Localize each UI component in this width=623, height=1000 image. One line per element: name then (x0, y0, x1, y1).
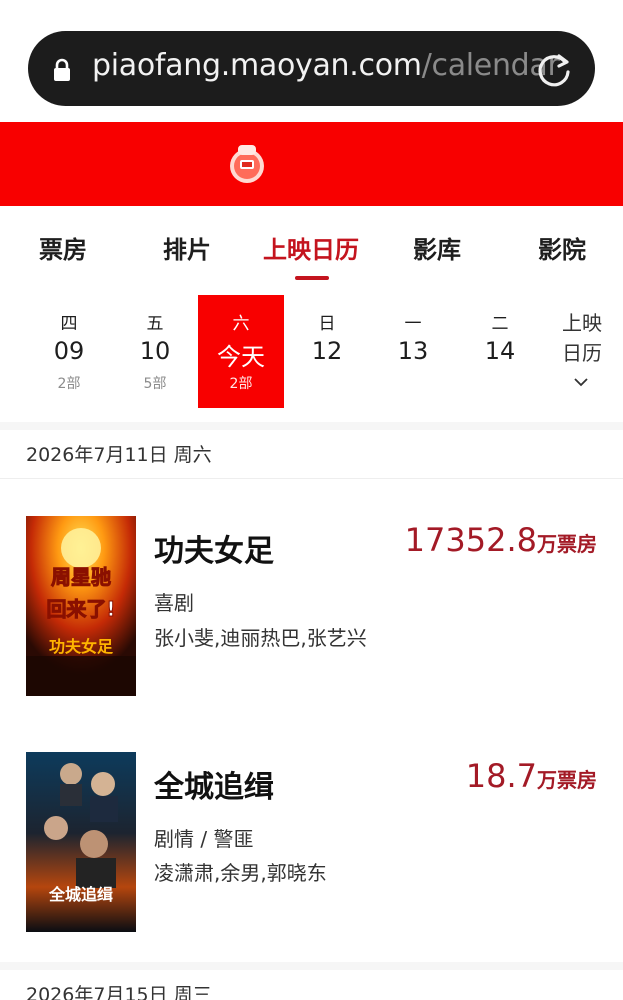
weekday-label: 四 (60, 314, 78, 334)
release-count: 2部 (57, 376, 81, 392)
app-header (0, 122, 623, 206)
main-nav: 票房 排片 上映日历 影库 影院 (0, 206, 623, 286)
url-text[interactable]: piaofang.maoyan.com/calendar (92, 48, 560, 83)
film-item[interactable]: 全城追缉 全城追缉 18.7万票房 剧情 / 警匪 凌潇肃,余男,郭晓东 (0, 742, 623, 942)
tab-boxoffice[interactable]: 票房 (39, 230, 87, 265)
day-number: 13 (397, 337, 429, 365)
date-strip: 四 09 2部 五 10 5部 六 今天 2部 日 12 一 13 二 14 (0, 290, 623, 420)
poster-line-2: 回来了! (46, 597, 115, 621)
tab-film-library[interactable]: 影库 (413, 230, 461, 265)
browser-chrome: piaofang.maoyan.com/calendar (0, 0, 623, 122)
day-number: 12 (311, 337, 343, 365)
lock-icon (54, 58, 70, 81)
section-date-header: 2026年7月11日 周六 (26, 444, 212, 466)
film-box-office: 17352.8万票房 (405, 521, 597, 559)
box-office-value: 17352.8 (404, 521, 537, 559)
weekday-label: 五 (146, 314, 164, 334)
film-box-office: 18.7万票房 (466, 757, 597, 795)
release-count: 5部 (143, 376, 167, 392)
release-count: 2部 (229, 376, 253, 392)
section-date-header: 2026年7月15日 周三 (26, 984, 212, 1000)
url-host: piaofang.maoyan.com (92, 48, 422, 83)
weekday-label: 一 (404, 314, 422, 334)
film-genre: 剧情 / 警匪 (154, 827, 254, 851)
divider (0, 962, 623, 970)
date-tue-14[interactable]: 二 14 (457, 295, 543, 408)
divider (0, 478, 623, 479)
film-poster[interactable]: 全城追缉 (26, 752, 136, 932)
film-title[interactable]: 全城追缉 (154, 762, 274, 806)
poster-image: 全城追缉 (26, 752, 136, 932)
day-number: 10 (139, 337, 171, 365)
active-tab-indicator (295, 276, 329, 280)
poster-title-text: 全城追缉 (48, 885, 113, 904)
weekday-label: 日 (318, 314, 336, 334)
weekday-label: 二 (491, 314, 509, 334)
maoyan-logo-icon[interactable] (227, 137, 267, 187)
date-mon-13[interactable]: 一 13 (370, 295, 456, 408)
weekday-label: 六 (232, 314, 250, 334)
reload-icon[interactable] (534, 50, 574, 90)
film-item[interactable]: 周星驰 回来了! 功夫女足 功夫女足 17352.8万票房 喜剧 张小斐,迪丽热… (0, 505, 623, 705)
box-office-unit: 万票房 (537, 532, 597, 556)
divider (0, 422, 623, 430)
day-number: 14 (484, 337, 516, 365)
release-calendar-button[interactable]: 上映 日历 (552, 308, 612, 368)
date-sat-today[interactable]: 六 今天 2部 (198, 295, 284, 408)
box-office-value: 18.7 (465, 757, 537, 795)
tab-release-calendar[interactable]: 上映日历 (263, 230, 359, 265)
date-sun-12[interactable]: 日 12 (284, 295, 370, 408)
film-genre: 喜剧 (154, 591, 194, 615)
film-poster[interactable]: 周星驰 回来了! 功夫女足 (26, 516, 136, 696)
calendar-link-line1: 上映 (562, 311, 602, 335)
poster-image: 周星驰 回来了! 功夫女足 (26, 516, 136, 696)
day-number: 09 (53, 337, 85, 365)
box-office-unit: 万票房 (537, 768, 597, 792)
release-count (457, 373, 543, 391)
date-fri-10[interactable]: 五 10 5部 (112, 295, 198, 408)
film-cast: 凌潇肃,余男,郭晓东 (154, 861, 327, 885)
film-cast: 张小斐,迪丽热巴,张艺兴 (154, 626, 367, 650)
day-number: 今天 (217, 343, 265, 371)
calendar-link-line2: 日历 (562, 341, 602, 365)
poster-line-3: 功夫女足 (49, 637, 114, 656)
date-thu-09[interactable]: 四 09 2部 (26, 295, 112, 408)
film-title[interactable]: 功夫女足 (154, 526, 274, 570)
chevron-down-icon[interactable] (574, 377, 588, 387)
tab-cinemas[interactable]: 影院 (538, 230, 586, 265)
poster-line-1: 周星驰 (51, 565, 111, 589)
release-count (370, 373, 456, 391)
release-count (284, 373, 370, 391)
tab-schedule[interactable]: 排片 (163, 230, 211, 265)
